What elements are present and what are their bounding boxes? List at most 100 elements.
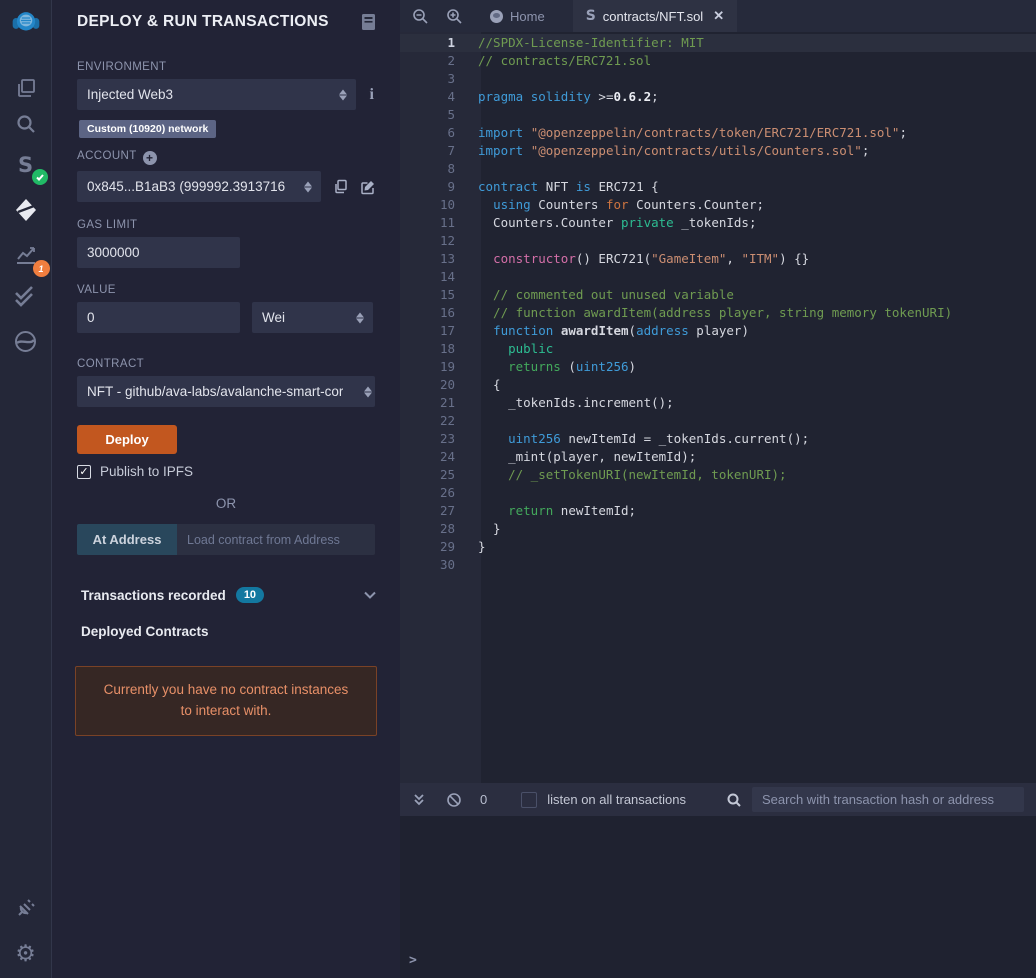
edit-account-icon[interactable]	[360, 179, 376, 195]
line-number[interactable]: 6	[400, 124, 455, 142]
tab-home[interactable]: Home	[477, 0, 573, 32]
add-account-icon[interactable]: +	[142, 151, 157, 165]
line-number[interactable]: 2	[400, 52, 455, 70]
account-select[interactable]: 0x845...B1aB3 (999992.3913716	[77, 171, 321, 202]
account-label: ACCOUNT	[77, 150, 137, 162]
settings-icon[interactable]: ⚙	[11, 938, 41, 968]
code-line[interactable]: 21 _tokenIds.increment();	[400, 394, 1036, 412]
code-line[interactable]: 16 // function awardItem(address player,…	[400, 304, 1036, 322]
code-line[interactable]: 10 using Counters for Counters.Counter;	[400, 196, 1036, 214]
line-number[interactable]: 4	[400, 88, 455, 106]
code-line[interactable]: 18 public	[400, 340, 1036, 358]
line-number[interactable]: 14	[400, 268, 455, 286]
line-number[interactable]: 8	[400, 160, 455, 178]
clear-console-icon[interactable]	[446, 792, 462, 808]
line-number[interactable]: 11	[400, 214, 455, 232]
deploy-and-run-icon[interactable]	[11, 195, 41, 225]
code-line[interactable]: 25 // _setTokenURI(newItemId, tokenURI);	[400, 466, 1036, 484]
code-line[interactable]: 30	[400, 556, 1036, 574]
line-number[interactable]: 28	[400, 520, 455, 538]
file-explorer-icon[interactable]	[11, 74, 41, 104]
tab-contracts-nft-sol[interactable]: S contracts/NFT.sol ✕	[572, 0, 738, 32]
plugin-circle-icon[interactable]	[11, 326, 41, 356]
deploy-button[interactable]: Deploy	[77, 425, 177, 454]
chevron-down-icon[interactable]	[364, 591, 376, 599]
line-number[interactable]: 9	[400, 178, 455, 196]
listen-all-transactions-checkbox[interactable]	[521, 791, 538, 808]
code-line[interactable]: 29}	[400, 538, 1036, 556]
code-line[interactable]: 26	[400, 484, 1036, 502]
code-line[interactable]: 8	[400, 160, 1036, 178]
at-address-input[interactable]	[177, 524, 375, 555]
line-number[interactable]: 19	[400, 358, 455, 376]
code-line[interactable]: 22	[400, 412, 1036, 430]
code-editor[interactable]: 1//SPDX-License-Identifier: MIT 2// contr…	[400, 32, 1036, 783]
unit-testing-icon[interactable]	[11, 281, 41, 311]
copy-account-icon[interactable]	[333, 179, 348, 194]
line-number[interactable]: 10	[400, 196, 455, 214]
line-number[interactable]: 15	[400, 286, 455, 304]
zoom-out-icon[interactable]	[412, 8, 429, 25]
code-line[interactable]: 23 uint256 newItemId = _tokenIds.current…	[400, 430, 1036, 448]
code-line[interactable]: 6 import "@openzeppelin/contracts/token/E…	[400, 124, 1036, 142]
terminal-search-input[interactable]	[752, 787, 1024, 812]
close-tab-icon[interactable]: ✕	[713, 8, 724, 24]
code-line[interactable]: 9 contract NFT is ERC721 {	[400, 178, 1036, 196]
value-unit-select[interactable]: Wei	[252, 302, 373, 333]
code-line[interactable]: 7 import "@openzeppelin/contracts/utils/C…	[400, 142, 1036, 160]
code-line[interactable]: 24 _mint(player, newItemId);	[400, 448, 1036, 466]
line-number[interactable]: 22	[400, 412, 455, 430]
code-line[interactable]: 2// contracts/ERC721.sol	[400, 52, 1036, 70]
publish-ipfs-checkbox[interactable]: ✓	[77, 464, 91, 479]
code-line[interactable]: 13 constructor() ERC721("GameItem", "ITM…	[400, 250, 1036, 268]
code-line[interactable]: 19 returns (uint256)	[400, 358, 1036, 376]
solidity-compiler-icon[interactable]: S	[11, 150, 48, 185]
remix-logo-icon[interactable]	[11, 8, 41, 38]
line-number[interactable]: 16	[400, 304, 455, 322]
contract-select[interactable]: NFT - github/ava-labs/avalanche-smart-co…	[77, 376, 375, 407]
code-line[interactable]: 1//SPDX-License-Identifier: MIT	[400, 34, 1036, 52]
collapse-terminal-icon[interactable]	[412, 793, 426, 807]
line-number[interactable]: 1	[400, 34, 455, 52]
line-number[interactable]: 20	[400, 376, 455, 394]
line-number[interactable]: 23	[400, 430, 455, 448]
line-number[interactable]: 18	[400, 340, 455, 358]
search-icon[interactable]	[11, 109, 41, 139]
line-number[interactable]: 25	[400, 466, 455, 484]
line-number[interactable]: 3	[400, 70, 455, 88]
code-line[interactable]: 17 function awardItem(address player)	[400, 322, 1036, 340]
solidity-file-icon: S	[585, 8, 596, 24]
line-number[interactable]: 21	[400, 394, 455, 412]
code-line[interactable]: 11 Counters.Counter private _tokenIds;	[400, 214, 1036, 232]
line-number[interactable]: 27	[400, 502, 455, 520]
code-line[interactable]: 3	[400, 70, 1036, 88]
code-line[interactable]: 28 }	[400, 520, 1036, 538]
line-number[interactable]: 26	[400, 484, 455, 502]
code-line[interactable]: 4 pragma solidity >=0.6.2;	[400, 88, 1036, 106]
line-number[interactable]: 13	[400, 250, 455, 268]
line-number[interactable]: 29	[400, 538, 455, 556]
code-line[interactable]: 5	[400, 106, 1036, 124]
publish-ipfs-checkbox-row[interactable]: ✓ Publish to IPFS	[77, 464, 376, 479]
value-input[interactable]	[77, 302, 240, 333]
code-line[interactable]: 20 {	[400, 376, 1036, 394]
code-line[interactable]: 15 // commented out unused variable	[400, 286, 1036, 304]
analytics-icon[interactable]: 1	[11, 240, 50, 277]
code-line[interactable]: 27 return newItemId;	[400, 502, 1036, 520]
line-number[interactable]: 5	[400, 106, 455, 124]
terminal-output[interactable]: >	[400, 816, 1036, 978]
line-number[interactable]: 30	[400, 556, 455, 574]
gas-limit-input[interactable]	[77, 237, 240, 268]
zoom-in-icon[interactable]	[446, 8, 463, 25]
line-number[interactable]: 24	[400, 448, 455, 466]
documentation-icon[interactable]	[361, 14, 376, 30]
code-line[interactable]: 14	[400, 268, 1036, 286]
line-number[interactable]: 17	[400, 322, 455, 340]
code-line[interactable]: 12	[400, 232, 1036, 250]
line-number[interactable]: 12	[400, 232, 455, 250]
at-address-button[interactable]: At Address	[77, 524, 177, 555]
environment-select[interactable]: Injected Web3	[77, 79, 356, 110]
environment-info-icon[interactable]: i	[368, 86, 376, 104]
line-number[interactable]: 7	[400, 142, 455, 160]
plugin-manager-icon[interactable]	[11, 893, 41, 923]
